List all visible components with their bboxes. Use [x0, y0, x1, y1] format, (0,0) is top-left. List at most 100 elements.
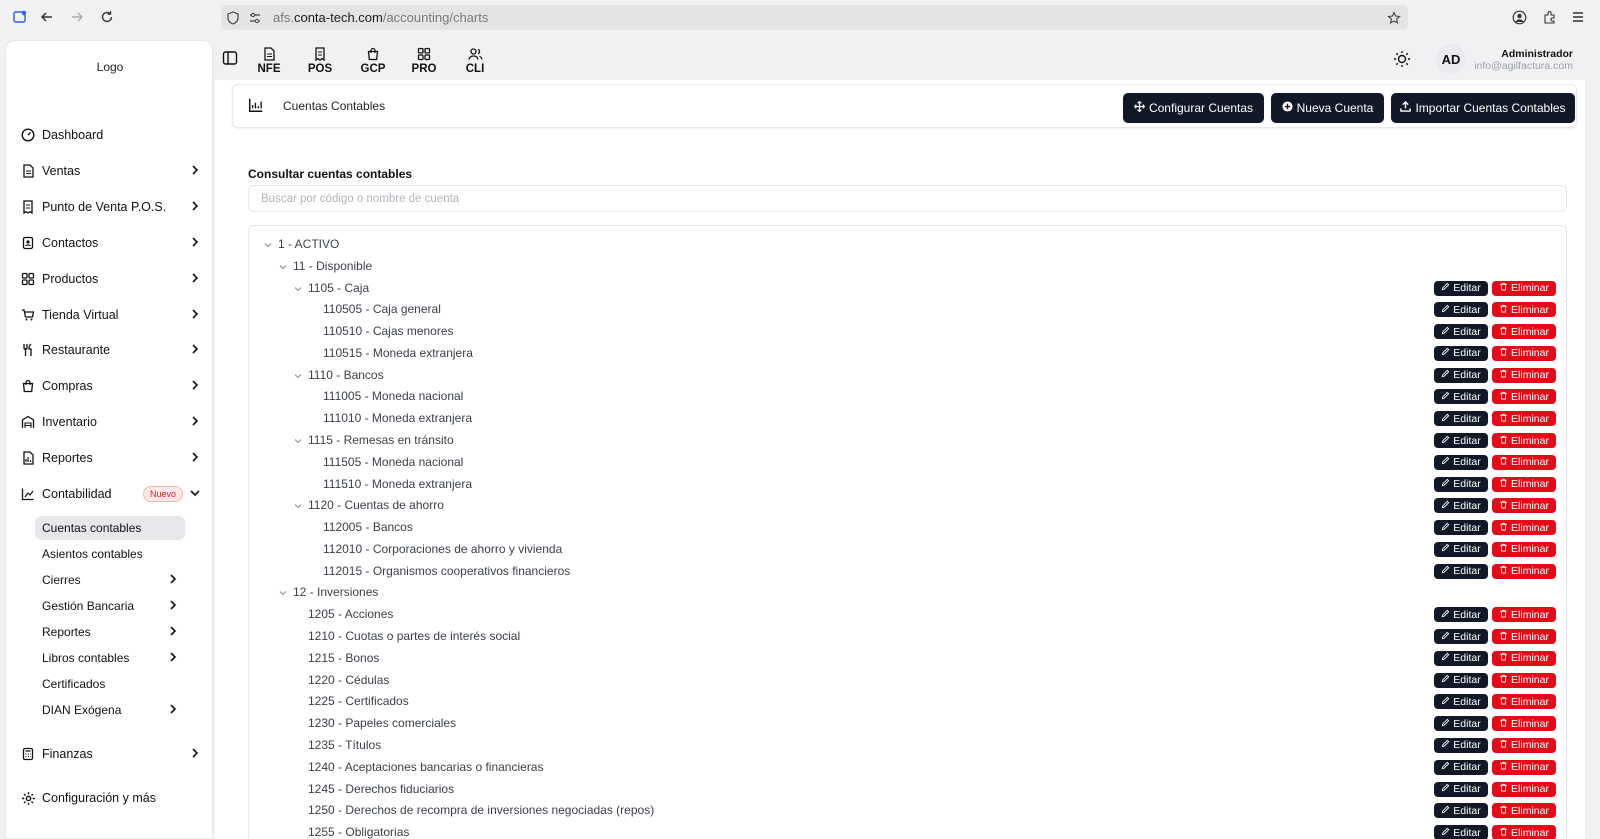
delete-button[interactable]: Eliminar	[1492, 759, 1556, 775]
delete-button[interactable]: Eliminar	[1492, 672, 1556, 688]
delete-button[interactable]: Eliminar	[1492, 716, 1556, 732]
sidebar-item-contactos[interactable]: Contactos	[20, 231, 205, 255]
edit-button[interactable]: Editar	[1434, 650, 1488, 666]
sidebar-item-dashboard[interactable]: Dashboard	[20, 123, 205, 147]
sidebar-subitem-certificados[interactable]: Certificados	[35, 672, 185, 696]
tree-row[interactable]: 111010 - Moneda extranjera Editar Eliminar	[249, 408, 1566, 429]
delete-button[interactable]: Eliminar	[1492, 433, 1556, 449]
caret-down-icon[interactable]	[278, 261, 288, 271]
delete-button[interactable]: Eliminar	[1492, 302, 1556, 318]
extensions-icon[interactable]	[1539, 7, 1559, 27]
sidebar-item-configuracion[interactable]: Configuración y más	[20, 786, 205, 810]
tree-row[interactable]: 112005 - Bancos Editar Eliminar	[249, 517, 1566, 538]
delete-button[interactable]: Eliminar	[1492, 629, 1556, 645]
tree-row[interactable]: 1 - ACTIVO	[249, 234, 1566, 255]
caret-down-icon[interactable]	[293, 500, 303, 510]
sidebar-item-restaurante[interactable]: Restaurante	[20, 338, 205, 362]
edit-button[interactable]: Editar	[1434, 563, 1488, 579]
module-pro[interactable]: PRO	[404, 43, 444, 75]
bookmark-star-icon[interactable]	[1384, 8, 1404, 28]
sidebar-item-reportes[interactable]: Reportes	[20, 446, 205, 470]
edit-button[interactable]: Editar	[1434, 803, 1488, 819]
caret-down-icon[interactable]	[293, 435, 303, 445]
tree-row[interactable]: 1120 - Cuentas de ahorro Editar Eliminar	[249, 495, 1566, 516]
tree-row[interactable]: 1105 - Caja Editar Eliminar	[249, 278, 1566, 299]
edit-button[interactable]: Editar	[1434, 781, 1488, 797]
delete-button[interactable]: Eliminar	[1492, 825, 1556, 839]
delete-button[interactable]: Eliminar	[1492, 520, 1556, 536]
delete-button[interactable]: Eliminar	[1492, 476, 1556, 492]
sidebar-item-compras[interactable]: Compras	[20, 374, 205, 398]
edit-button[interactable]: Editar	[1434, 324, 1488, 340]
tree-row[interactable]: 1210 - Cuotas o partes de interés social…	[249, 626, 1566, 647]
delete-button[interactable]: Eliminar	[1492, 563, 1556, 579]
sidebar-subitem-cuentas-contables[interactable]: Cuentas contables	[35, 516, 185, 540]
delete-button[interactable]: Eliminar	[1492, 280, 1556, 296]
edit-button[interactable]: Editar	[1434, 694, 1488, 710]
delete-button[interactable]: Eliminar	[1492, 367, 1556, 383]
caret-down-icon[interactable]	[293, 370, 303, 380]
delete-button[interactable]: Eliminar	[1492, 498, 1556, 514]
delete-button[interactable]: Eliminar	[1492, 541, 1556, 557]
module-gcp[interactable]: GCP	[353, 43, 393, 75]
edit-button[interactable]: Editar	[1434, 454, 1488, 470]
module-pos[interactable]: POS	[300, 43, 340, 75]
sidebar-subitem-gestion-bancaria[interactable]: Gestión Bancaria	[35, 594, 185, 618]
tree-row[interactable]: 1225 - Certificados Editar Eliminar	[249, 691, 1566, 712]
edit-button[interactable]: Editar	[1434, 825, 1488, 839]
configure-accounts-button[interactable]: Configurar Cuentas	[1123, 93, 1264, 123]
delete-button[interactable]: Eliminar	[1492, 411, 1556, 427]
edit-button[interactable]: Editar	[1434, 433, 1488, 449]
edit-button[interactable]: Editar	[1434, 759, 1488, 775]
sun-icon[interactable]	[1393, 50, 1411, 71]
shield-icon[interactable]	[223, 8, 243, 28]
search-input[interactable]	[248, 185, 1567, 212]
tree-row[interactable]: 1110 - Bancos Editar Eliminar	[249, 365, 1566, 386]
address-bar[interactable]: afs.conta-tech.com/accounting/charts	[221, 5, 1408, 30]
delete-button[interactable]: Eliminar	[1492, 345, 1556, 361]
tree-row[interactable]: 1115 - Remesas en tránsito Editar Eliminar	[249, 430, 1566, 451]
delete-button[interactable]: Eliminar	[1492, 607, 1556, 623]
sidebar-subitem-asientos-contables[interactable]: Asientos contables	[35, 542, 185, 566]
tree-row[interactable]: 1245 - Derechos fiduciarios Editar Elimina…	[249, 779, 1566, 800]
sidebar-subitem-reportes[interactable]: Reportes	[35, 620, 185, 644]
edit-button[interactable]: Editar	[1434, 672, 1488, 688]
sidebar-item-tienda-virtual[interactable]: Tienda Virtual	[20, 303, 205, 327]
tree-row[interactable]: 1250 - Derechos de recompra de inversion…	[249, 800, 1566, 821]
edit-button[interactable]: Editar	[1434, 737, 1488, 753]
delete-button[interactable]: Eliminar	[1492, 650, 1556, 666]
sidebar-item-inventario[interactable]: Inventario	[20, 410, 205, 434]
edit-button[interactable]: Editar	[1434, 411, 1488, 427]
tree-row[interactable]: 110515 - Moneda extranjera Editar Eliminar	[249, 343, 1566, 364]
edit-button[interactable]: Editar	[1434, 498, 1488, 514]
tree-row[interactable]: 1205 - Acciones Editar Eliminar	[249, 604, 1566, 625]
tree-row[interactable]: 112015 - Organismos cooperativos financi…	[249, 561, 1566, 582]
edit-button[interactable]: Editar	[1434, 629, 1488, 645]
tree-row[interactable]: 11 - Disponible	[249, 256, 1566, 277]
sidebar-tabs-icon[interactable]	[10, 7, 30, 27]
site-settings-icon[interactable]	[245, 8, 265, 28]
forward-icon[interactable]	[67, 7, 87, 27]
tree-row[interactable]: 1240 - Aceptaciones bancarias o financie…	[249, 757, 1566, 778]
module-nfe[interactable]: NFE	[249, 43, 289, 75]
caret-down-icon[interactable]	[293, 283, 303, 293]
caret-down-icon[interactable]	[278, 587, 288, 597]
caret-down-icon[interactable]	[263, 239, 273, 249]
module-cli[interactable]: CLI	[455, 43, 495, 75]
edit-button[interactable]: Editar	[1434, 476, 1488, 492]
tree-row[interactable]: 112010 - Corporaciones de ahorro y vivie…	[249, 539, 1566, 560]
delete-button[interactable]: Eliminar	[1492, 324, 1556, 340]
sidebar-subitem-dian-exogena[interactable]: DIAN Exógena	[35, 698, 185, 722]
delete-button[interactable]: Eliminar	[1492, 454, 1556, 470]
delete-button[interactable]: Eliminar	[1492, 389, 1556, 405]
back-icon[interactable]	[37, 7, 57, 27]
sidebar-item-productos[interactable]: Productos	[20, 267, 205, 291]
tree-row[interactable]: 1215 - Bonos Editar Eliminar	[249, 648, 1566, 669]
delete-button[interactable]: Eliminar	[1492, 694, 1556, 710]
delete-button[interactable]: Eliminar	[1492, 803, 1556, 819]
tree-row[interactable]: 111505 - Moneda nacional Editar Eliminar	[249, 452, 1566, 473]
tree-row[interactable]: 110505 - Caja general Editar Eliminar	[249, 299, 1566, 320]
menu-icon[interactable]	[1568, 7, 1588, 27]
tree-row[interactable]: 111510 - Moneda extranjera Editar Eliminar	[249, 474, 1566, 495]
edit-button[interactable]: Editar	[1434, 716, 1488, 732]
